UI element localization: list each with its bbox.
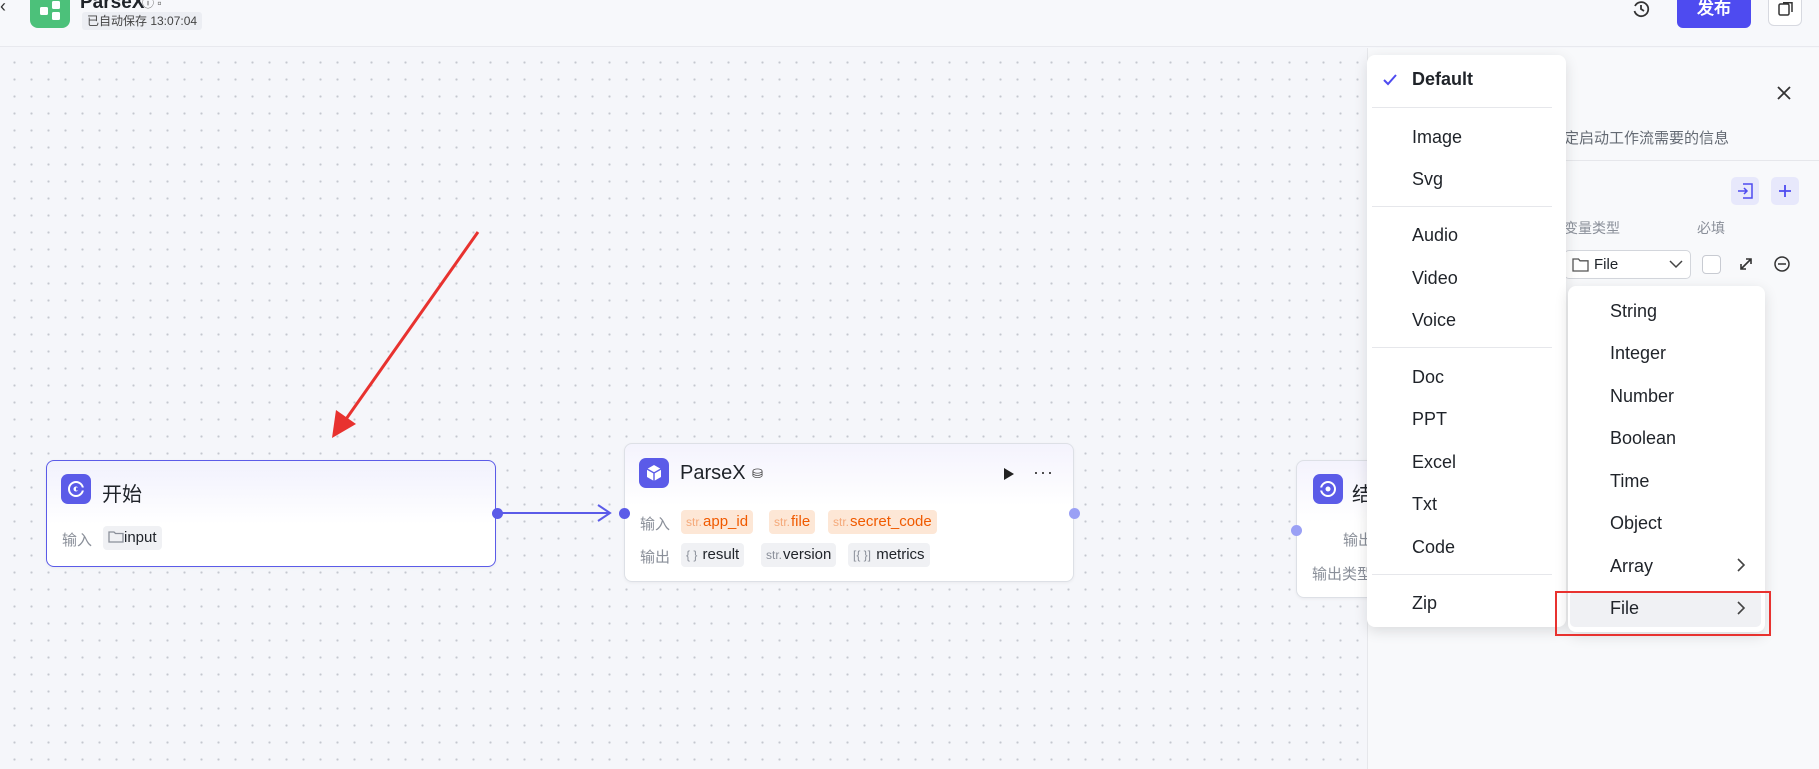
parsex-output-tag: [{ }] metrics — [848, 543, 930, 567]
type-prefix: str. — [774, 515, 791, 529]
start-input-name: input — [124, 529, 157, 546]
parsex-input-port[interactable] — [619, 508, 630, 519]
import-icon — [1738, 183, 1753, 199]
col-type-label: 变量类型 — [1564, 220, 1620, 236]
menu-divider — [1372, 206, 1552, 207]
output-name: metrics — [876, 546, 925, 563]
type-menu-item-string[interactable]: String — [1610, 301, 1657, 322]
parsex-output-tag: { } result — [681, 543, 745, 567]
start-input-label: 输入 — [62, 532, 93, 549]
file-menu-item-voice[interactable]: Voice — [1412, 310, 1456, 331]
output-name: version — [783, 546, 832, 563]
output-name: result — [702, 546, 740, 563]
close-icon[interactable] — [1775, 84, 1793, 102]
check-icon — [1383, 74, 1397, 86]
file-menu-item-video[interactable]: Video — [1412, 268, 1458, 289]
plugin-icon: ⛁ — [752, 466, 763, 481]
file-menu-item-zip[interactable]: Zip — [1412, 593, 1437, 614]
add-variable-button[interactable] — [1771, 177, 1799, 205]
type-prefix: str. — [766, 548, 783, 562]
type-menu-item-boolean[interactable]: Boolean — [1610, 428, 1676, 449]
end-node-icon — [1313, 474, 1343, 504]
history-icon[interactable] — [1631, 0, 1651, 18]
end-output-type-label: 输出类型 — [1312, 566, 1373, 583]
parsex-node-icon — [639, 458, 669, 488]
panel-description: 定启动工作流需要的信息 — [1564, 130, 1730, 147]
type-menu-item-time[interactable]: Time — [1610, 471, 1649, 492]
file-menu-item-audio[interactable]: Audio — [1412, 225, 1458, 246]
parsex-node[interactable]: ParseX ⛁ 输入 str.app_id str.file str.secr… — [624, 443, 1074, 582]
menu-divider — [1372, 347, 1552, 348]
folder-icon — [1572, 258, 1589, 272]
parsex-input-tag: str.app_id — [681, 510, 754, 534]
start-node-title: 开始 — [102, 484, 142, 506]
annotation-arrowhead — [332, 410, 356, 438]
copy-button[interactable] — [1768, 0, 1802, 26]
file-subtype-menu — [1367, 55, 1566, 627]
parsex-output-label: 输出 — [640, 549, 671, 566]
canvas-overlay — [332, 231, 612, 522]
file-menu-item-doc[interactable]: Doc — [1412, 367, 1444, 388]
input-name: file — [791, 513, 811, 530]
annotation-arrow — [342, 231, 480, 423]
annotation-highlight-box — [1555, 591, 1771, 636]
folder-icon — [108, 531, 124, 543]
parsex-input-label: 输入 — [640, 516, 671, 533]
file-menu-item-txt[interactable]: Txt — [1412, 494, 1437, 515]
chevron-right-icon — [1737, 558, 1746, 572]
input-name: app_id — [703, 513, 749, 530]
type-prefix: [{ }] — [853, 548, 872, 562]
type-prefix: str. — [686, 515, 703, 529]
publish-button[interactable]: 发布 — [1677, 0, 1751, 28]
menu-divider — [1372, 574, 1552, 575]
start-node[interactable]: 开始 输入 input — [46, 460, 496, 567]
file-menu-item-ppt[interactable]: PPT — [1412, 409, 1447, 430]
import-button[interactable] — [1731, 177, 1759, 205]
copy-icon — [1778, 2, 1793, 16]
chevron-down-icon — [1669, 260, 1683, 269]
expand-icon[interactable] — [1737, 255, 1755, 273]
more-icon[interactable]: ··· — [1033, 463, 1054, 481]
type-prefix: { } — [686, 548, 698, 562]
start-node-icon — [61, 474, 91, 504]
parsex-output-port[interactable] — [1069, 508, 1080, 519]
type-prefix: str. — [833, 515, 850, 529]
plus-icon — [1779, 185, 1791, 197]
start-output-port[interactable] — [492, 508, 503, 519]
file-menu-item-default[interactable]: Default — [1412, 69, 1473, 90]
parsex-input-tag: str.file — [769, 510, 816, 534]
run-icon[interactable] — [1000, 466, 1016, 482]
menu-divider — [1372, 107, 1552, 108]
type-menu-item-integer[interactable]: Integer — [1610, 343, 1666, 364]
required-checkbox[interactable] — [1702, 255, 1721, 274]
file-menu-item-svg[interactable]: Svg — [1412, 169, 1443, 190]
variable-type-menu — [1568, 286, 1765, 632]
file-menu-item-excel[interactable]: Excel — [1412, 452, 1456, 473]
type-menu-item-array[interactable]: Array — [1610, 556, 1653, 577]
end-input-port[interactable] — [1291, 525, 1302, 536]
parsex-node-title: ParseX — [680, 462, 746, 484]
parsex-output-tag: str.version — [761, 543, 837, 567]
variable-type-select[interactable]: File — [1564, 250, 1691, 279]
variable-type-value: File — [1594, 256, 1619, 273]
remove-icon[interactable] — [1773, 255, 1791, 273]
input-name: secret_code — [850, 513, 932, 530]
start-input-tag: input — [103, 526, 162, 550]
type-menu-item-object[interactable]: Object — [1610, 513, 1662, 534]
parsex-input-tag: str.secret_code — [828, 510, 937, 534]
file-menu-item-image[interactable]: Image — [1412, 127, 1462, 148]
file-menu-item-code[interactable]: Code — [1412, 537, 1455, 558]
type-menu-item-number[interactable]: Number — [1610, 386, 1674, 407]
col-required-label: 必填 — [1697, 220, 1725, 236]
